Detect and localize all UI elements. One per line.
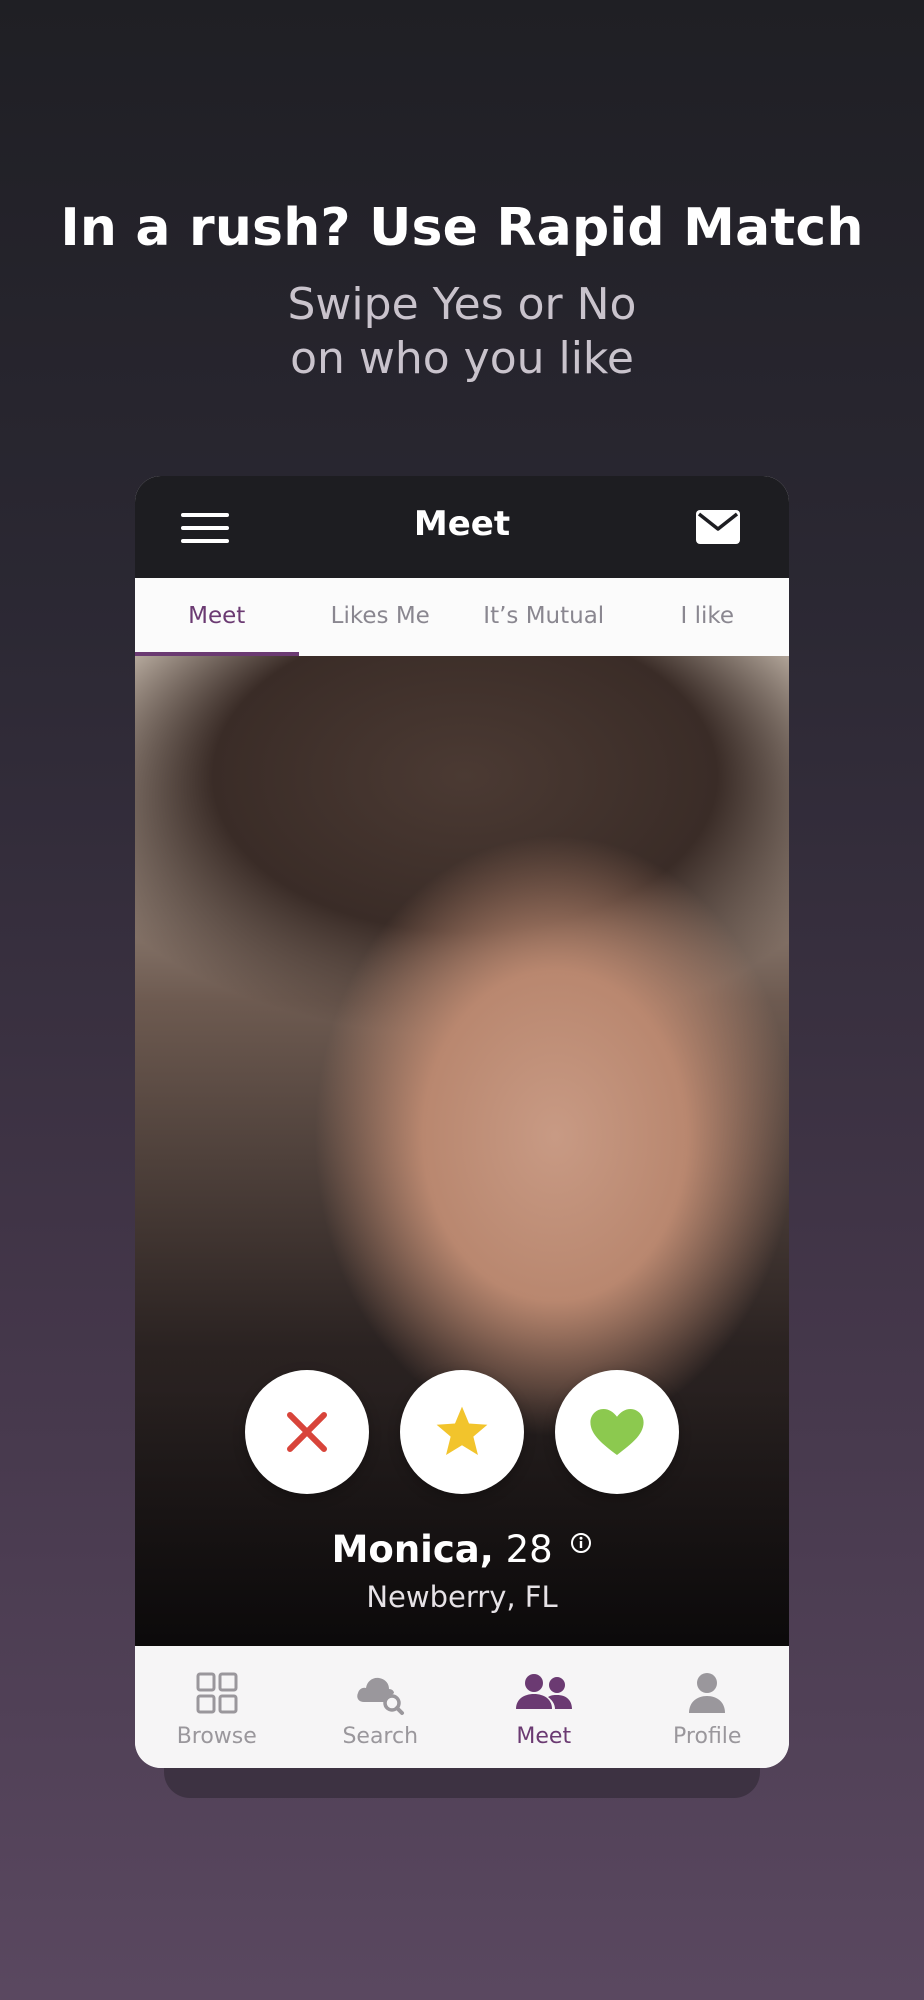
promo-subline-line-1: Swipe Yes or No: [287, 279, 637, 330]
profile-photo[interactable]: Monica, 28 Newberry, FL: [135, 656, 789, 1646]
profile-age: 28: [505, 1528, 553, 1571]
nav-browse-label: Browse: [176, 1724, 257, 1749]
profile-name-line: Monica, 28: [135, 1528, 789, 1571]
nav-profile[interactable]: Profile: [626, 1646, 790, 1768]
heart-icon: [590, 1409, 644, 1455]
tab-bar: Meet Likes Me It’s Mutual I like: [135, 578, 789, 656]
nav-meet-label: Meet: [516, 1724, 572, 1749]
person-icon: [689, 1673, 726, 1713]
promo-subline-line-2: on who you like: [290, 333, 634, 384]
nav-search[interactable]: Search: [299, 1646, 463, 1768]
tab-i-like[interactable]: I like: [626, 578, 790, 656]
people-icon: [515, 1674, 572, 1709]
promo-headline: In a rush? Use Rapid Match: [60, 198, 864, 258]
cloud-search-icon: [357, 1677, 405, 1715]
nav-profile-label: Profile: [673, 1724, 742, 1749]
nav-browse[interactable]: Browse: [135, 1646, 299, 1768]
close-icon: [287, 1412, 327, 1452]
promo-subline: Swipe Yes or No on who you like: [0, 278, 924, 386]
grid-icon: [196, 1672, 238, 1714]
bottom-nav: Browse Search Meet Profile: [135, 1646, 789, 1768]
tab-likes-me[interactable]: Likes Me: [299, 578, 463, 656]
no-button[interactable]: [245, 1370, 369, 1494]
profile-name: Monica,: [331, 1528, 494, 1571]
star-icon: [436, 1406, 488, 1455]
mail-icon[interactable]: [695, 509, 741, 545]
phone-frame: Meet Meet Likes Me It’s Mutual I like Mo…: [135, 476, 789, 1768]
profile-location: Newberry, FL: [366, 1580, 558, 1614]
nav-meet[interactable]: Meet: [462, 1646, 626, 1768]
star-button[interactable]: [400, 1370, 524, 1494]
tab-its-mutual[interactable]: It’s Mutual: [462, 578, 626, 656]
top-bar: Meet: [135, 476, 789, 578]
page-title: Meet: [413, 504, 511, 544]
tab-meet[interactable]: Meet: [135, 578, 299, 656]
info-icon[interactable]: [570, 1532, 592, 1554]
nav-search-label: Search: [342, 1724, 419, 1749]
like-button[interactable]: [555, 1370, 679, 1494]
